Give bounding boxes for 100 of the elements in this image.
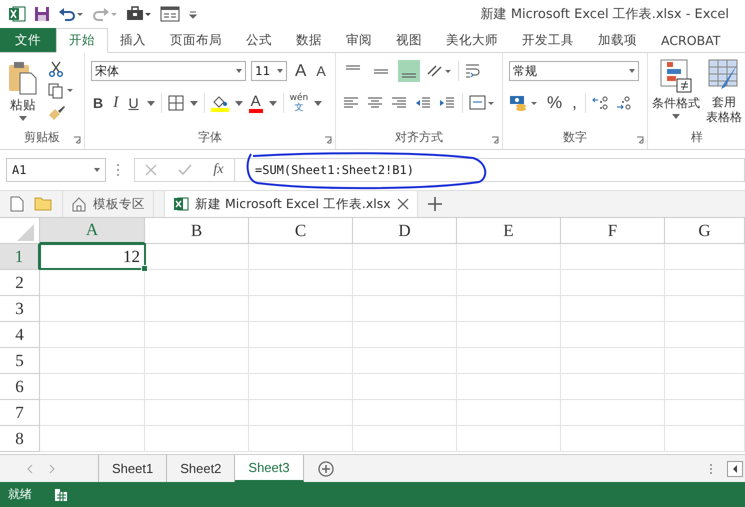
insert-function-button[interactable]: fx [213, 162, 224, 178]
dialog-launcher-icon[interactable] [324, 136, 332, 144]
phonetic-guide-button[interactable]: wén 文 [290, 93, 308, 113]
macro-record-icon[interactable] [54, 488, 68, 502]
close-icon[interactable] [396, 198, 409, 210]
toolbox-icon[interactable] [126, 6, 152, 22]
save-icon[interactable] [34, 6, 50, 22]
dialog-launcher-icon[interactable] [636, 136, 644, 144]
row-header[interactable]: 8 [0, 426, 40, 452]
caret-icon[interactable] [268, 100, 277, 106]
group-label: 剪贴板 [23, 129, 61, 146]
comma-style-button[interactable]: , [570, 93, 579, 113]
formula-field[interactable]: =SUM(Sheet1:Sheet2!B1) [234, 158, 745, 182]
ribbon-tab[interactable]: 加载项 [586, 28, 649, 52]
row-header[interactable]: 1 [0, 244, 40, 270]
column-header[interactable]: D [353, 218, 457, 244]
conditional-formatting-button[interactable]: 条件格式 [652, 95, 700, 112]
dialog-launcher-icon[interactable] [73, 136, 81, 144]
ribbon-tab[interactable]: 插入 [108, 28, 158, 52]
paste-button[interactable]: 粘贴 [10, 97, 36, 114]
home-icon [71, 196, 87, 212]
italic-button[interactable]: I [111, 94, 120, 112]
document-tab[interactable]: 新建 Microsoft Excel 工作表.xlsx [164, 191, 418, 217]
ribbon-tab[interactable]: ACROBAT [649, 28, 732, 52]
grow-font-button[interactable]: A [293, 61, 308, 81]
align-right-icon[interactable] [390, 96, 408, 110]
ribbon-tab[interactable]: 美化大师 [434, 28, 510, 52]
group-label: 字体 [197, 129, 223, 146]
group-label: 对齐方式 [394, 129, 444, 146]
excel-logo-icon [173, 196, 189, 212]
caret-icon[interactable] [314, 100, 322, 106]
document-tab[interactable]: 模板专区 [62, 191, 154, 217]
caret-icon[interactable] [234, 100, 243, 106]
align-center-icon[interactable] [366, 96, 384, 110]
group-label: 样 [690, 129, 704, 146]
caret-icon[interactable] [19, 116, 27, 121]
row-header[interactable]: 7 [0, 400, 40, 426]
number-format-dropdown[interactable]: 常规 [509, 61, 639, 81]
font-name-dropdown[interactable]: 宋体 [91, 61, 246, 81]
ribbon-tab[interactable]: 页面布局 [158, 28, 234, 52]
ribbon-tab[interactable]: 开发工具 [510, 28, 586, 52]
column-header[interactable]: C [249, 218, 353, 244]
customize-caret-icon[interactable] [188, 9, 198, 19]
conditional-formatting-icon[interactable] [659, 59, 693, 93]
file-tab[interactable]: 文件 [0, 28, 56, 52]
ribbon-tab[interactable]: 数据 [284, 28, 334, 52]
group-label: 数字 [562, 129, 588, 146]
caret-icon[interactable] [146, 100, 155, 106]
font-color-button[interactable]: A [248, 94, 263, 112]
row-header[interactable]: 6 [0, 374, 40, 400]
scroll-left-icon[interactable] [727, 460, 743, 476]
merge-cells-icon[interactable] [469, 95, 495, 111]
column-header[interactable]: B [145, 218, 249, 244]
excel-logo-icon [8, 5, 26, 23]
new-document-icon[interactable] [10, 196, 24, 212]
column-header[interactable]: G [665, 218, 745, 244]
bold-button[interactable]: B [91, 95, 106, 111]
shrink-font-button[interactable]: A [314, 63, 328, 79]
undo-icon[interactable] [58, 6, 84, 22]
clipboard-icon[interactable] [8, 61, 38, 95]
ribbon-tab[interactable]: 审阅 [334, 28, 384, 52]
increase-decimal-icon[interactable] [592, 95, 610, 111]
row-header[interactable]: 4 [0, 322, 40, 348]
row-header[interactable]: 3 [0, 296, 40, 322]
more-icon[interactable] [116, 163, 120, 177]
fill-color-icon[interactable] [210, 94, 229, 112]
column-header[interactable]: F [561, 218, 665, 244]
decrease-indent-icon[interactable] [414, 96, 432, 110]
ribbon-tab[interactable]: 视图 [384, 28, 434, 52]
sheet-tab[interactable]: Sheet3 [235, 455, 304, 482]
status-text: 就绪 [8, 486, 32, 503]
caret-icon[interactable] [672, 114, 680, 119]
row-header[interactable]: 2 [0, 270, 40, 296]
increase-indent-icon[interactable] [438, 96, 456, 110]
underline-button[interactable]: U [126, 95, 141, 111]
fill-handle[interactable] [141, 265, 148, 272]
window-title: 新建 Microsoft Excel 工作表.xlsx - Excel [480, 6, 729, 23]
percent-button[interactable]: % [545, 93, 564, 113]
add-sheet-icon[interactable] [318, 460, 334, 476]
align-left-icon[interactable] [342, 96, 360, 110]
more-icon[interactable] [709, 462, 713, 474]
scissors-icon[interactable] [48, 61, 64, 77]
format-painter-icon[interactable] [48, 105, 66, 121]
column-header[interactable]: E [457, 218, 561, 244]
font-size-dropdown[interactable]: 11 [251, 61, 287, 81]
currency-icon[interactable] [509, 94, 539, 112]
table-cell[interactable]: 12 [39, 243, 146, 270]
caret-icon[interactable] [190, 100, 198, 106]
copy-icon[interactable] [48, 83, 74, 99]
borders-icon[interactable] [168, 95, 184, 111]
dialog-launcher-icon[interactable] [491, 136, 499, 144]
column-header[interactable]: A [40, 218, 145, 244]
ribbon-tab[interactable]: 公式 [234, 28, 284, 52]
row-header[interactable]: 5 [0, 348, 40, 374]
form-icon[interactable] [160, 6, 180, 22]
name-box[interactable]: A1 [6, 158, 106, 182]
add-tab-icon[interactable] [428, 197, 442, 211]
align-bottom-icon[interactable] [398, 60, 420, 82]
format-as-table-button[interactable]: 套用 表格格 [706, 95, 742, 125]
ribbon-tab[interactable]: 开始 [56, 28, 108, 53]
